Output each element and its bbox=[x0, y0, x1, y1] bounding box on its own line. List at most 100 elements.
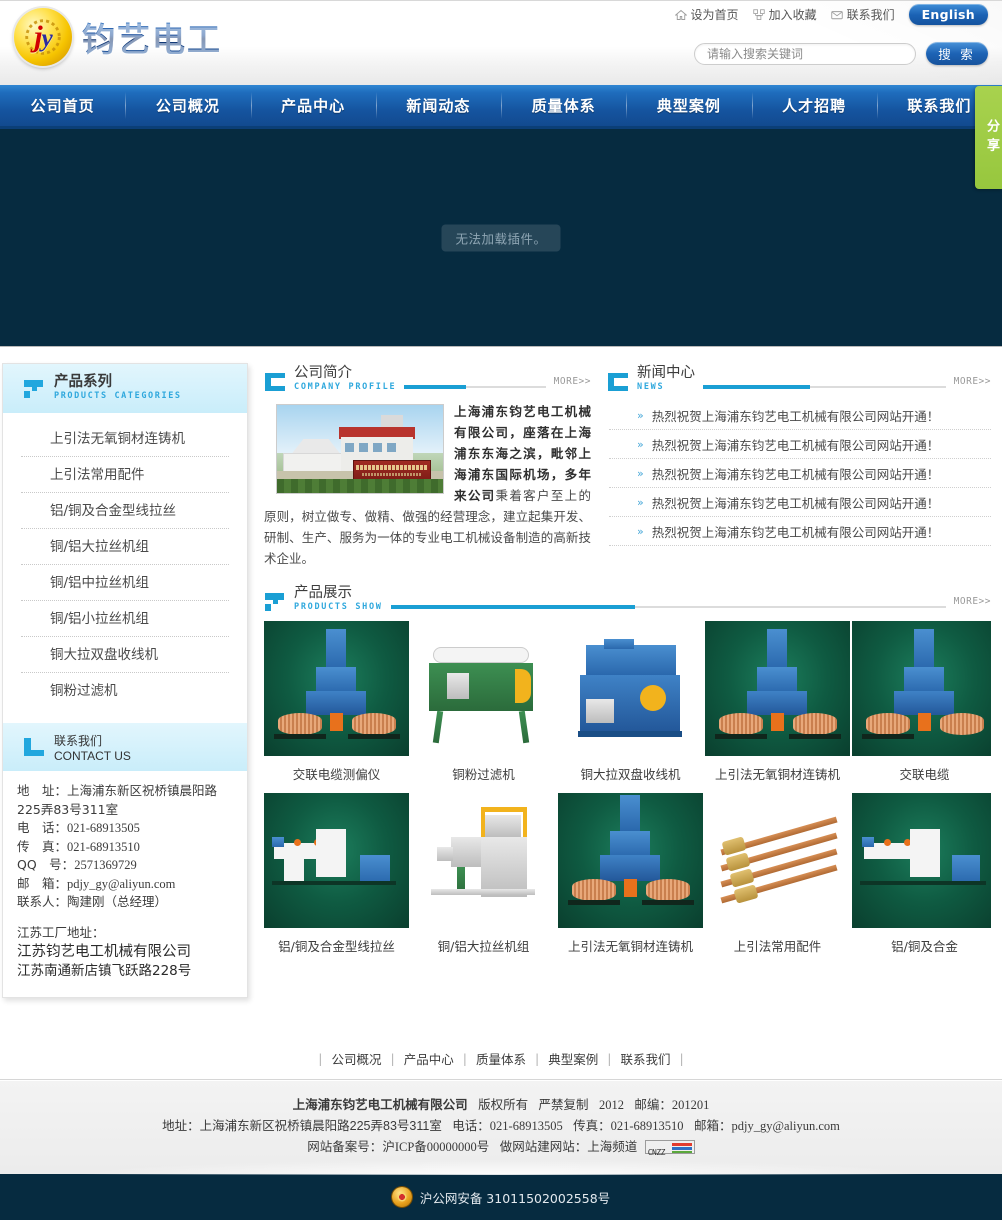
news-subtitle: NEWS bbox=[637, 382, 665, 392]
product-card[interactable]: 上引法无氧铜材连铸机 bbox=[558, 793, 703, 965]
footer-fax-value: 021-68913510 bbox=[610, 1119, 684, 1133]
site-footer: | 公司概况 | 产品中心 | 质量体系 | 典型案例 | 联系我们 | 上海浦… bbox=[0, 1038, 1002, 1220]
util-contact-us[interactable]: 联系我们 bbox=[830, 6, 895, 23]
footer-separator: | bbox=[679, 1051, 684, 1066]
footer-link-contact[interactable]: 联系我们 bbox=[620, 1049, 670, 1068]
nav-item-cases[interactable]: 典型案例 bbox=[626, 85, 751, 126]
product-category-list: 上引法无氧铜材连铸机 上引法常用配件 铝/铜及合金型线拉丝 铜/铝大拉丝机组 铜… bbox=[3, 413, 247, 719]
sidebar-item-category[interactable]: 铜粉过滤机 bbox=[21, 673, 229, 709]
nav-item-about[interactable]: 公司概况 bbox=[125, 85, 250, 126]
footer-separator: | bbox=[607, 1051, 612, 1066]
product-card[interactable]: 交联电缆测偏仪 bbox=[264, 621, 409, 793]
contact-address-label: 地 址： bbox=[17, 783, 68, 798]
news-item-title: 热烈祝贺上海浦东钧艺电工机械有限公司网站开通！ bbox=[651, 437, 940, 453]
product-card[interactable]: 铜/铝大拉丝机组 bbox=[411, 793, 556, 965]
product-image bbox=[558, 621, 703, 756]
news-list-item[interactable]: » 热烈祝贺上海浦东钧艺电工机械有限公司网站开通！ bbox=[609, 517, 991, 546]
photo-sign-text-line bbox=[362, 473, 422, 476]
footer-build-value[interactable]: 上海频道 bbox=[587, 1140, 637, 1154]
products-row-1: 交联电缆测偏仪 铜粉过滤机 铜大拉双盘收线机 上引法无氧铜材连铸机 交联电缆 bbox=[264, 621, 991, 793]
logo-wordmark: 钧艺电工 bbox=[82, 13, 222, 61]
search-row: 搜 索 bbox=[694, 42, 988, 65]
util-label: 设为首页 bbox=[690, 8, 739, 22]
factory-address: 江苏南通新店镇飞跃路228号 bbox=[17, 963, 192, 979]
product-caption: 上引法无氧铜材连铸机 bbox=[567, 939, 693, 954]
product-image bbox=[705, 621, 850, 756]
sidebar-item-category[interactable]: 铜/铝中拉丝机组 bbox=[21, 565, 229, 601]
product-card[interactable]: 交联电缆 bbox=[852, 621, 991, 793]
police-record-text[interactable]: 沪公网安备 31011502002558号 bbox=[420, 1188, 610, 1207]
products-bracket-icon bbox=[265, 593, 284, 611]
product-card[interactable]: 铜大拉双盘收线机 bbox=[558, 621, 703, 793]
nav-item-news[interactable]: 新闻动态 bbox=[375, 85, 501, 126]
util-set-homepage[interactable]: 设为首页 bbox=[674, 6, 739, 23]
products-more-link[interactable]: MORE>> bbox=[954, 596, 991, 607]
photo-window bbox=[387, 443, 396, 452]
footer-link-products[interactable]: 产品中心 bbox=[404, 1049, 454, 1068]
language-english-button[interactable]: English bbox=[908, 4, 988, 25]
share-tab-button[interactable]: 分享 bbox=[975, 86, 1002, 189]
nav-item-home[interactable]: 公司首页 bbox=[0, 85, 125, 126]
product-card[interactable]: 铝/铜及合金型线拉丝 bbox=[264, 793, 409, 965]
news-more-link[interactable]: MORE>> bbox=[954, 376, 991, 387]
sidebar-item-category[interactable]: 铝/铜及合金型线拉丝 bbox=[21, 493, 229, 529]
site-logo[interactable]: jy 钧艺电工 bbox=[14, 8, 222, 66]
product-card[interactable]: 铜粉过滤机 bbox=[411, 621, 556, 793]
news-item-title: 热烈祝贺上海浦东钧艺电工机械有限公司网站开通！ bbox=[651, 495, 940, 511]
news-divider bbox=[703, 385, 946, 389]
company-profile-panel: 公司简介 COMPANY PROFILE MORE>> 上海浦东钧艺电工机械有限… bbox=[264, 363, 591, 569]
chevron-right-icon: » bbox=[637, 408, 644, 422]
products-row-2: 铝/铜及合金型线拉丝 铜/铝大拉丝机组 上引法无氧铜材连铸机 上引法常用配件 铝… bbox=[264, 793, 991, 965]
sidebar-item-category[interactable]: 铜/铝大拉丝机组 bbox=[21, 529, 229, 565]
footer-contact-line: 地址：上海浦东新区祝桥镇晨阳路225弄83号311室 电话：021-689135… bbox=[0, 1116, 1002, 1137]
nav-item-quality[interactable]: 质量体系 bbox=[501, 85, 626, 126]
util-add-favorite[interactable]: 加入收藏 bbox=[752, 6, 817, 23]
contact-email-label: 邮 箱： bbox=[17, 875, 68, 891]
nav-item-products[interactable]: 产品中心 bbox=[250, 85, 376, 126]
products-divider bbox=[390, 605, 946, 609]
footer-link-quality[interactable]: 质量体系 bbox=[476, 1049, 526, 1068]
contact-person-value: 陶建刚（总经理） bbox=[67, 894, 168, 909]
sidebar-item-category[interactable]: 上引法常用配件 bbox=[21, 457, 229, 493]
contact-tel-label: 电 话： bbox=[17, 820, 68, 835]
footer-separator: | bbox=[390, 1051, 395, 1066]
profile-more-link[interactable]: MORE>> bbox=[554, 376, 591, 387]
sidebar-item-category[interactable]: 铜/铝小拉丝机组 bbox=[21, 601, 229, 637]
contact-qq-label: QQ 号： bbox=[17, 857, 75, 872]
product-card[interactable]: 铝/铜及合金 bbox=[852, 793, 991, 965]
photo-window bbox=[359, 443, 368, 452]
photo-sign-text-line bbox=[356, 465, 428, 470]
news-list-item[interactable]: » 热烈祝贺上海浦东钧艺电工机械有限公司网站开通！ bbox=[609, 459, 991, 488]
sidebar-item-category[interactable]: 铜大拉双盘收线机 bbox=[21, 637, 229, 673]
product-card[interactable]: 上引法常用配件 bbox=[705, 793, 850, 965]
footer-link-cases[interactable]: 典型案例 bbox=[548, 1049, 598, 1068]
star-favorite-icon bbox=[752, 8, 765, 20]
logo-gear-icon: jy bbox=[14, 8, 72, 66]
sidebar-contact-info: 地 址：上海浦东新区祝桥镇晨阳路225弄83号311室 电 话：021-6891… bbox=[3, 771, 247, 997]
search-button[interactable]: 搜 索 bbox=[926, 42, 988, 65]
news-list-item[interactable]: » 热烈祝贺上海浦东钧艺电工机械有限公司网站开通！ bbox=[609, 430, 991, 459]
sidebar-item-category[interactable]: 上引法无氧铜材连铸机 bbox=[21, 421, 229, 457]
nav-item-jobs[interactable]: 人才招聘 bbox=[751, 85, 877, 126]
sidebar-contact-title: 联系我们 bbox=[54, 733, 103, 748]
product-card[interactable]: 上引法无氧铜材连铸机 bbox=[705, 621, 850, 793]
contact-corner-icon bbox=[24, 738, 44, 756]
news-list-item[interactable]: » 热烈祝贺上海浦东钧艺电工机械有限公司网站开通！ bbox=[609, 488, 991, 517]
profile-title: 公司简介 bbox=[294, 365, 352, 381]
products-show-panel: 产品展示 PRODUCTS SHOW MORE>> 交联电缆测偏仪 铜粉过滤机 … bbox=[264, 583, 991, 965]
footer-fax-label: 传真： bbox=[573, 1119, 611, 1133]
sidebar-categories-header: 产品系列 PRODUCTS CATEGORIES bbox=[3, 364, 247, 413]
footer-forbid-copy: 严禁复制 bbox=[538, 1098, 589, 1112]
product-caption: 铜/铝大拉丝机组 bbox=[437, 939, 530, 954]
cnzz-stat-badge[interactable]: CNZZ bbox=[644, 1140, 695, 1157]
footer-link-about[interactable]: 公司概况 bbox=[332, 1049, 382, 1068]
util-label: 联系我们 bbox=[846, 8, 895, 22]
footer-separator: | bbox=[318, 1051, 323, 1066]
search-input[interactable] bbox=[694, 42, 916, 65]
product-caption: 上引法常用配件 bbox=[733, 939, 822, 954]
sidebar-contact-header: 联系我们 CONTACT US bbox=[3, 723, 247, 771]
news-list-item[interactable]: » 热烈祝贺上海浦东钧艺电工机械有限公司网站开通！ bbox=[609, 401, 991, 430]
sidebar-contact-subtitle: CONTACT US bbox=[54, 748, 131, 763]
product-image bbox=[264, 793, 409, 928]
footer-email-label: 邮箱： bbox=[693, 1119, 732, 1133]
